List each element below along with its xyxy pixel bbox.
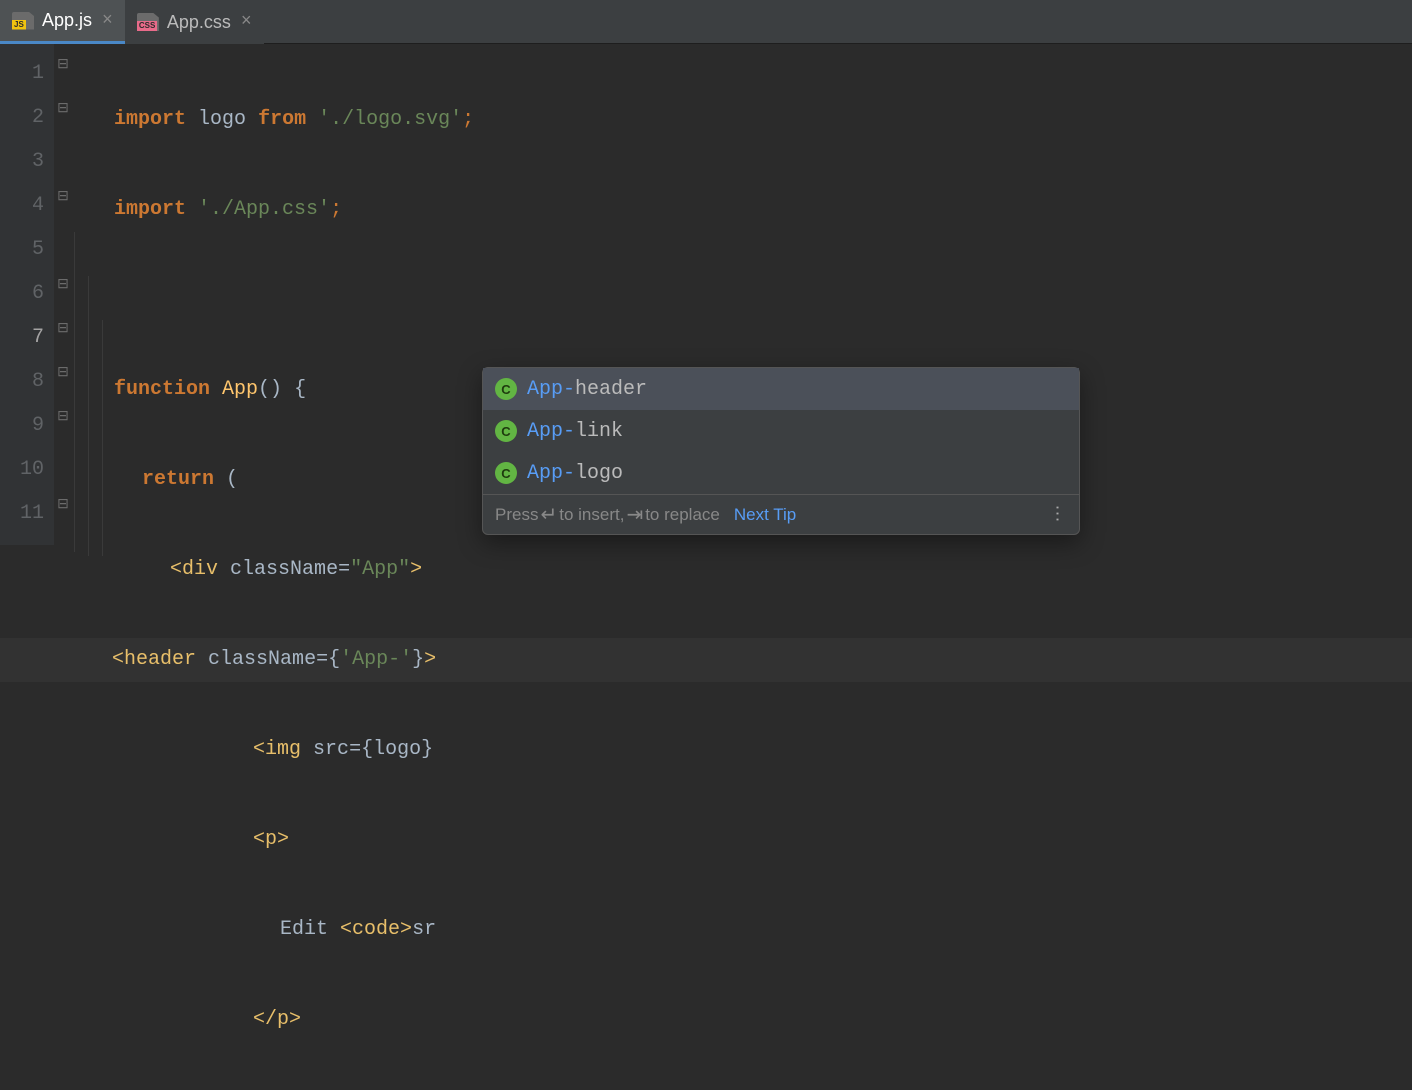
footer-text: to insert, (559, 505, 624, 525)
css-class-icon: C (495, 378, 517, 400)
line-number: 1 (0, 52, 44, 96)
js-file-icon (12, 12, 34, 30)
footer-text: to replace (645, 505, 720, 525)
tab-label: App.css (167, 12, 231, 33)
enter-key-icon: ↵ (540, 502, 557, 527)
completion-item[interactable]: C App-link (483, 410, 1079, 452)
footer-text: Press (495, 505, 538, 525)
code-line: </p> (112, 998, 1412, 1042)
fold-expand-icon[interactable]: ⊟ (54, 496, 72, 514)
code-line: <div className="App"> (112, 548, 1412, 592)
line-number: 7 (0, 316, 44, 360)
fold-collapse-icon[interactable]: ⊟ (54, 56, 72, 74)
more-options-icon[interactable]: ⋯ (1047, 505, 1068, 525)
close-icon[interactable]: × (100, 11, 115, 31)
code-line: Edit <code>sr (112, 908, 1412, 952)
fold-collapse-icon[interactable]: ⊟ (54, 408, 72, 426)
code-line: <img src={logo} (112, 728, 1412, 772)
tab-label: App.js (42, 10, 92, 31)
line-number: 5 (0, 228, 44, 272)
line-number: 4 (0, 184, 44, 228)
code-line: import logo from './logo.svg'; (112, 98, 1412, 142)
indent-guide (102, 320, 103, 556)
css-class-icon: C (495, 462, 517, 484)
fold-gutter: ⊟ ⊟ ⊟ ⊟ ⊟ ⊟ ⊟ ⊟ (54, 44, 112, 545)
css-class-icon: C (495, 420, 517, 442)
css-file-icon (137, 13, 159, 31)
completion-item[interactable]: C App-logo (483, 452, 1079, 494)
fold-collapse-icon[interactable]: ⊟ (54, 364, 72, 382)
code-line: import './App.css'; (112, 188, 1412, 232)
completion-item[interactable]: C App-header (483, 368, 1079, 410)
line-number: 9 (0, 404, 44, 448)
indent-guide (88, 276, 89, 556)
fold-expand-icon[interactable]: ⊟ (54, 100, 72, 118)
fold-collapse-icon[interactable]: ⊟ (54, 276, 72, 294)
tab-app-css[interactable]: App.css × (125, 0, 264, 44)
indent-guide (74, 232, 75, 552)
code-line (112, 278, 1412, 322)
line-number: 2 (0, 96, 44, 140)
code-line-current: <header className={'App-'}> (0, 638, 1412, 682)
fold-collapse-icon[interactable]: ⊟ (54, 188, 72, 206)
line-number: 10 (0, 448, 44, 492)
next-tip-link[interactable]: Next Tip (734, 505, 796, 525)
close-icon[interactable]: × (239, 12, 254, 32)
line-number: 8 (0, 360, 44, 404)
line-number: 3 (0, 140, 44, 184)
tab-key-icon: ⇥ (626, 502, 643, 527)
completion-footer: Press ↵ to insert, ⇥ to replace Next Tip… (483, 494, 1079, 534)
line-number-gutter: 1 2 3 4 5 6 7 8 9 10 11 (0, 44, 54, 545)
line-number: 11 (0, 492, 44, 536)
fold-collapse-icon[interactable]: ⊟ (54, 320, 72, 338)
tab-bar: App.js × App.css × (0, 0, 1412, 44)
completion-popup: C App-header C App-link C App-logo Press… (482, 367, 1080, 535)
line-number: 6 (0, 272, 44, 316)
tab-app-js[interactable]: App.js × (0, 0, 125, 44)
code-line: <p> (112, 818, 1412, 862)
